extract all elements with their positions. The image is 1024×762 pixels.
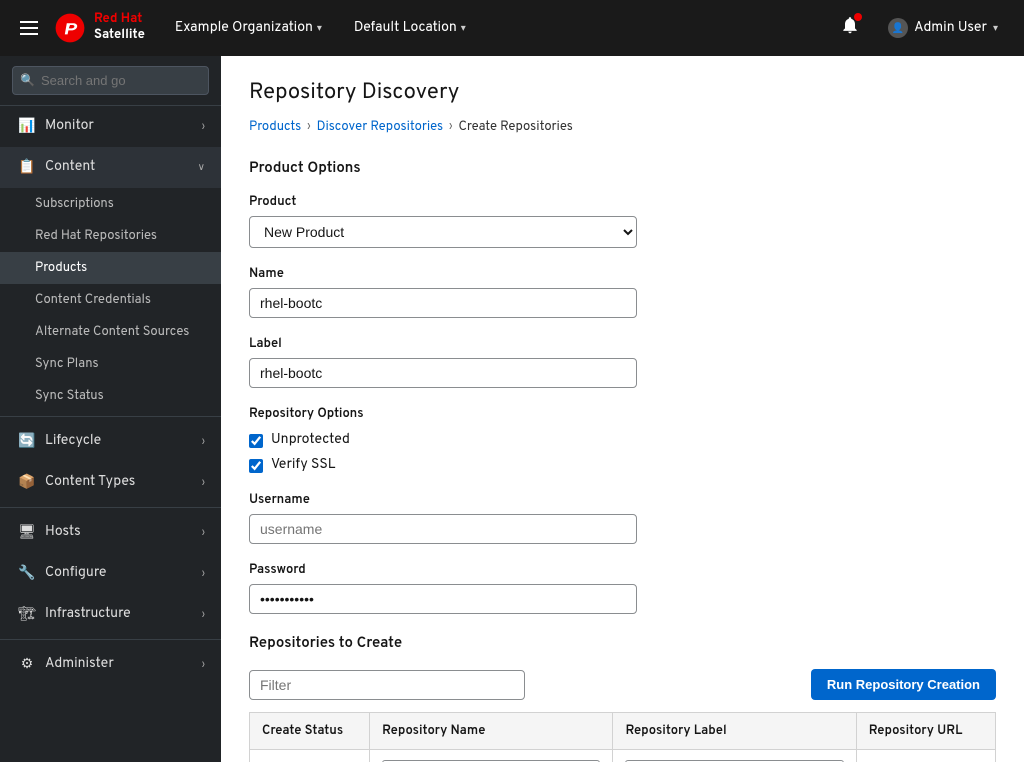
username-input[interactable] [249,514,637,544]
row-status: Not started [250,750,370,762]
sidebar-item-products[interactable]: Products [0,252,221,284]
configure-chevron-icon: › [202,567,205,580]
administer-chevron-icon: › [202,658,205,671]
search-icon: 🔍 [20,73,35,89]
sidebar-search-container: 🔍 [0,56,221,106]
monitor-chevron-icon: › [202,120,205,133]
run-repository-creation-button[interactable]: Run Repository Creation [811,669,996,700]
breadcrumb-sep-1: › [307,120,310,134]
main-content: Repository Discovery Products › Discover… [221,56,1024,762]
lifecycle-icon: 🔄 [19,434,35,450]
breadcrumb-products-link[interactable]: Products [249,119,301,135]
checkbox-group: Unprotected Verify SSL [249,432,996,474]
content-types-icon: 📦 [19,475,35,491]
sidebar-item-lifecycle[interactable]: 🔄 Lifecycle › [0,421,221,462]
table-row: Not started rhel9/rhel-bootc [250,750,996,762]
breadcrumb-current: Create Repositories [459,119,573,135]
sidebar-item-infrastructure[interactable]: 🏗 Infrastructure › [0,594,221,635]
password-group: Password [249,562,996,614]
sidebar-item-content-credentials[interactable]: Content Credentials [0,284,221,316]
sidebar-item-configure[interactable]: 🔧 Configure › [0,553,221,594]
col-header-create-status: Create Status [250,713,370,750]
org-selector[interactable]: Example Organization ▾ [165,14,332,43]
infrastructure-icon: 🏗 [19,607,35,623]
password-label: Password [249,562,996,578]
product-select[interactable]: New Product Existing Product [249,216,637,248]
logo-text: Red Hat Satellite [94,12,145,43]
unprotected-checkbox-label[interactable]: Unprotected [249,432,996,449]
col-header-repo-url: Repository URL [856,713,995,750]
sidebar-item-content-types[interactable]: 📦 Content Types › [0,462,221,503]
content-types-chevron-icon: › [202,476,205,489]
page-title: Repository Discovery [249,80,996,107]
product-group: Product New Product Existing Product [249,194,996,248]
user-menu[interactable]: 👤 Admin User ▾ [878,12,1008,44]
username-label: Username [249,492,996,508]
sidebar-item-subscriptions[interactable]: Subscriptions [0,188,221,220]
verify-ssl-checkbox[interactable] [249,459,263,473]
logo: Red Hat Satellite [54,12,145,44]
infrastructure-chevron-icon: › [202,608,205,621]
repos-to-create-title: Repositories to Create [249,634,996,653]
row-repo-label-cell [613,750,856,762]
breadcrumb-sep-2: › [449,120,452,134]
name-label: Name [249,266,996,282]
sidebar-item-alternate-content-sources[interactable]: Alternate Content Sources [0,316,221,348]
username-group: Username [249,492,996,544]
row-repo-url: rhel9/rhel-bootc [856,750,995,762]
repo-create-section: Repositories to Create Run Repository Cr… [249,634,996,762]
monitor-icon: 📊 [19,119,35,135]
sidebar-item-red-hat-repositories[interactable]: Red Hat Repositories [0,220,221,252]
location-selector[interactable]: Default Location ▾ [344,14,476,43]
repositories-table: Create Status Repository Name Repository… [249,712,996,762]
sidebar: 🔍 📊 Monitor › 📋 Content ∨ Subscriptions … [0,56,221,762]
notification-dot [854,13,862,21]
repo-options-title: Repository Options [249,406,996,422]
user-avatar: 👤 [888,18,908,38]
sidebar-item-administer[interactable]: ⚙ Administer › [0,644,221,685]
name-group: Name [249,266,996,318]
search-input[interactable] [12,66,209,95]
label-input[interactable] [249,358,637,388]
lifecycle-chevron-icon: › [202,435,205,448]
configure-icon: 🔧 [19,566,35,582]
sidebar-item-sync-plans[interactable]: Sync Plans [0,348,221,380]
sidebar-item-sync-status[interactable]: Sync Status [0,380,221,412]
notifications-bell[interactable] [834,9,866,47]
hosts-icon: 🖥 [19,525,35,541]
content-icon: 📋 [19,160,35,176]
label-label: Label [249,336,996,352]
redhat-logo-icon [54,12,86,44]
hosts-chevron-icon: › [202,526,205,539]
verify-ssl-checkbox-label[interactable]: Verify SSL [249,457,996,474]
password-input[interactable] [249,584,637,614]
sidebar-item-hosts[interactable]: 🖥 Hosts › [0,512,221,553]
col-header-repo-name: Repository Name [370,713,613,750]
hamburger-menu[interactable] [16,17,42,39]
loc-chevron-icon: ▾ [461,22,466,35]
content-chevron-icon: ∨ [198,161,205,174]
col-header-repo-label: Repository Label [613,713,856,750]
repo-filter-row: Run Repository Creation [249,669,996,700]
top-navigation: Red Hat Satellite Example Organization ▾… [0,0,1024,56]
label-group: Label [249,336,996,388]
filter-input[interactable] [249,670,525,700]
row-repo-name-cell [370,750,613,762]
breadcrumb-discover-link[interactable]: Discover Repositories [317,119,444,135]
unprotected-checkbox[interactable] [249,434,263,448]
sidebar-item-content[interactable]: 📋 Content ∨ [0,147,221,188]
org-chevron-icon: ▾ [317,22,322,35]
product-options-title: Product Options [249,159,996,178]
user-chevron-icon: ▾ [993,22,998,35]
product-label: Product [249,194,996,210]
breadcrumb: Products › Discover Repositories › Creat… [249,119,996,135]
administer-icon: ⚙ [19,657,35,673]
sidebar-item-monitor[interactable]: 📊 Monitor › [0,106,221,147]
name-input[interactable] [249,288,637,318]
